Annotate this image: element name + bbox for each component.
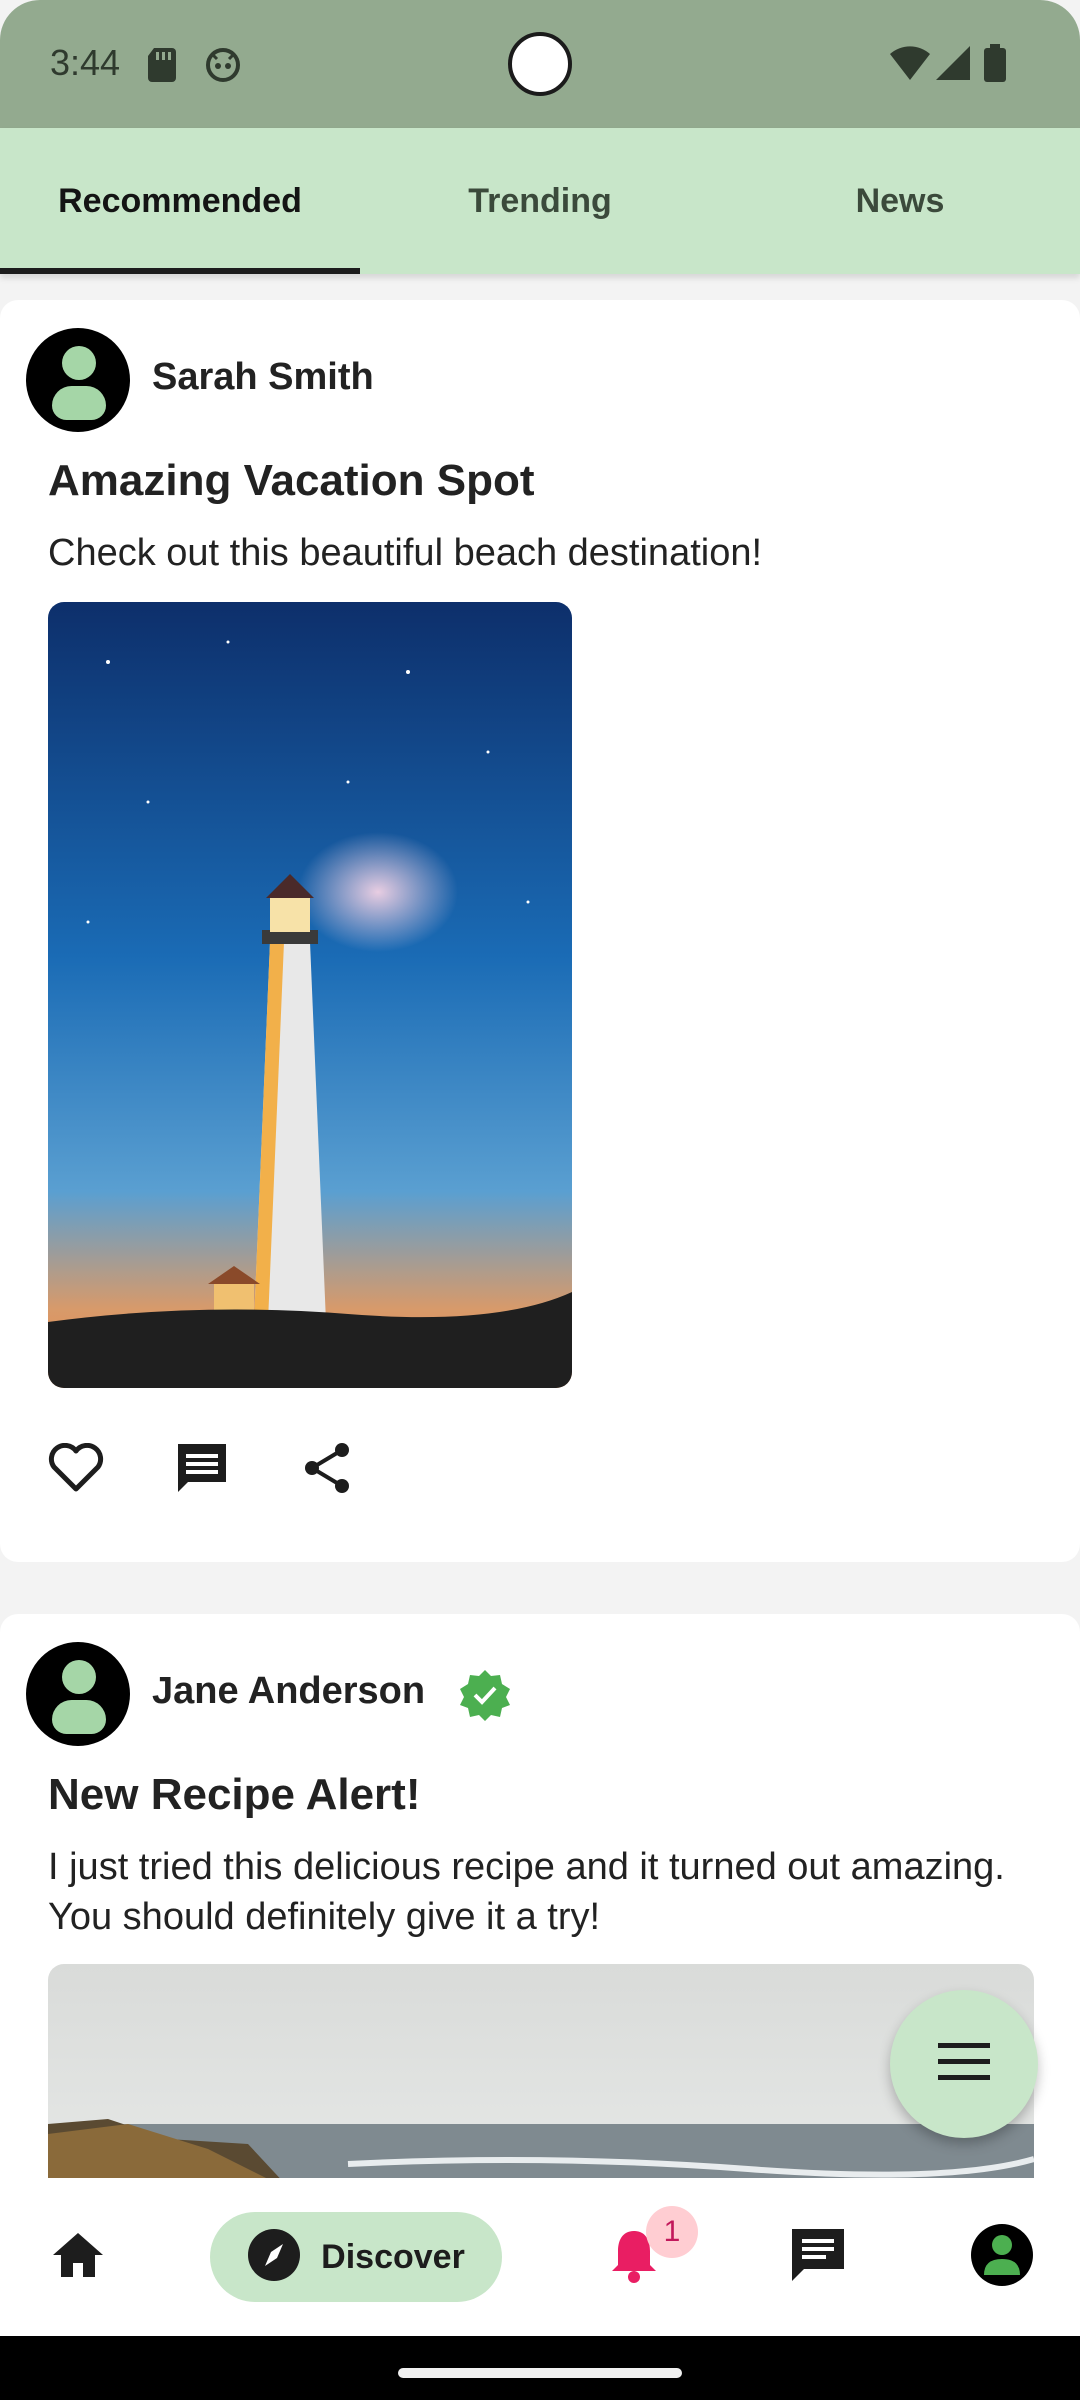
- post-actions: [48, 1440, 356, 1496]
- tab-trending[interactable]: Trending: [360, 128, 720, 274]
- post-image[interactable]: [48, 602, 572, 1388]
- wifi-icon: [890, 46, 930, 85]
- profile-avatar-icon: [970, 2223, 1034, 2292]
- tab-news[interactable]: News: [720, 128, 1080, 274]
- nav-messages[interactable]: [780, 2212, 856, 2302]
- post-title: Amazing Vacation Spot: [48, 456, 535, 505]
- nav-profile[interactable]: [964, 2212, 1040, 2302]
- compass-icon: [247, 2228, 301, 2287]
- home-icon: [51, 2231, 105, 2284]
- bottom-navigation: Discover 1: [0, 2178, 1080, 2336]
- menu-icon: [938, 2042, 990, 2086]
- android-face-icon: [206, 48, 240, 87]
- post-card[interactable]: Sarah Smith Amazing Vacation Spot Check …: [0, 300, 1080, 1562]
- avatar[interactable]: [26, 1642, 130, 1746]
- heart-icon[interactable]: [48, 1440, 104, 1496]
- signal-icon: [936, 46, 970, 85]
- home-gesture-handle[interactable]: [398, 2368, 682, 2378]
- author-name[interactable]: Sarah Smith: [152, 356, 374, 399]
- status-bar: 3:44: [0, 0, 1080, 128]
- message-icon: [790, 2227, 846, 2288]
- post-body: I just tried this delicious recipe and i…: [48, 1846, 1005, 1938]
- battery-icon: [984, 44, 1006, 87]
- menu-fab[interactable]: [890, 1990, 1038, 2138]
- status-time: 3:44: [50, 42, 121, 83]
- sd-card-icon: [148, 48, 178, 87]
- tab-bar: Recommended Trending News: [0, 128, 1080, 274]
- post-body: Check out this beautiful beach destinati…: [48, 532, 763, 574]
- comment-icon[interactable]: [174, 1440, 230, 1496]
- post-card[interactable]: Jane Anderson New Recipe Alert! I just t…: [0, 1614, 1080, 2274]
- post-title: New Recipe Alert!: [48, 1770, 421, 1819]
- nav-discover-label: Discover: [321, 2237, 465, 2276]
- tab-recommended[interactable]: Recommended: [0, 128, 360, 274]
- camera-cutout: [508, 32, 572, 96]
- avatar[interactable]: [26, 328, 130, 432]
- gesture-bar: [0, 2336, 1080, 2400]
- notification-badge: 1: [646, 2206, 698, 2258]
- nav-discover[interactable]: Discover: [210, 2212, 502, 2302]
- nav-home[interactable]: [40, 2212, 116, 2302]
- verified-badge-icon: [458, 1668, 512, 1727]
- author-name[interactable]: Jane Anderson: [152, 1670, 425, 1713]
- share-icon[interactable]: [300, 1440, 356, 1496]
